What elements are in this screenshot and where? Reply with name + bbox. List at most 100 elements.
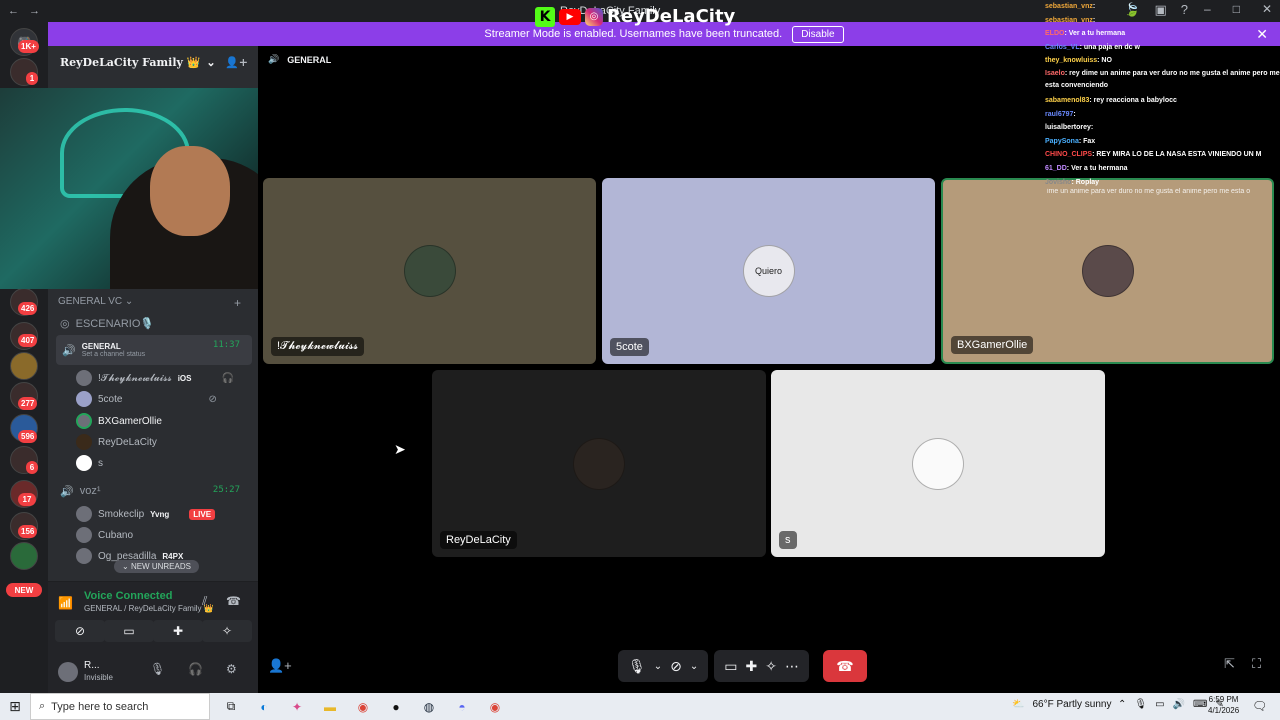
soundboard-icon: ✧: [221, 624, 233, 638]
category-general-vc[interactable]: GENERAL VC ⌄ +: [58, 296, 241, 310]
volume-icon[interactable]: 🔊: [1173, 699, 1185, 710]
rail-badge: 1: [26, 72, 38, 85]
disable-button[interactable]: Disable: [792, 25, 844, 43]
soundboard-button[interactable]: ✧: [202, 620, 252, 642]
new-unreads-label: NEW UNREADS: [130, 562, 191, 571]
voice-member[interactable]: !𝓣𝓱𝓮𝔂𝓴𝓷𝓮𝔀𝓵𝓾𝓲𝓼𝓼 iOS 🎧: [76, 370, 234, 386]
chat-line: Carlos_VL: una paja en dc w: [1045, 43, 1140, 51]
participant-tile[interactable]: !𝓣𝓱𝓮𝔂𝓴𝓷𝓮𝔀𝓵𝓾𝓲𝓼𝓼: [263, 178, 596, 364]
fullscreen-icon[interactable]: ⛶: [1252, 656, 1261, 672]
call-controls: 🎙 ⌄ ⊘ ⌄ ▭ ✚ ✧ ⋯ ☎: [618, 650, 867, 682]
chat-user: 61_DD: [1045, 164, 1067, 172]
server-icon[interactable]: [10, 352, 38, 380]
voice-member[interactable]: ReyDeLaCity: [76, 434, 157, 450]
participant-tile[interactable]: Quiero 5cote: [602, 178, 935, 364]
user-avatar[interactable]: [58, 662, 78, 682]
windows-start-icon[interactable]: ⊞: [0, 698, 30, 715]
hang-up-button[interactable]: ☎: [823, 650, 867, 682]
chat-line: CHINO_CLIPS: REY MIRA LO DE LA NASA ESTA…: [1045, 151, 1262, 159]
weather-widget[interactable]: ⛅ 66°F Partly sunny: [1012, 699, 1112, 710]
voice-member[interactable]: s: [76, 455, 103, 471]
chevron-up-icon[interactable]: ⌃: [1118, 699, 1126, 710]
avatar: [76, 413, 92, 429]
channel-label: GENERAL: [81, 342, 121, 351]
voice-channel-path[interactable]: GENERAL / ReyDeLaCity Family 👑: [84, 604, 214, 613]
chat-msg: rey reacciona a babylocc: [1093, 96, 1177, 104]
user-name[interactable]: R...: [84, 660, 100, 671]
add-member-icon[interactable]: 👤+: [225, 56, 248, 69]
obs-icon[interactable]: ●: [384, 697, 408, 717]
participant-name: ReyDeLaCity: [440, 531, 517, 549]
microphone-icon: 🎙: [628, 657, 646, 674]
new-badge[interactable]: NEW: [6, 583, 42, 597]
channel-status[interactable]: Set a channel status: [82, 351, 145, 358]
file-explorer-icon[interactable]: ▬: [318, 697, 342, 717]
task-view-icon[interactable]: ⧉: [219, 697, 243, 717]
microphone-icon[interactable]: 🎙: [1134, 699, 1147, 710]
member-name: ReyDeLaCity: [98, 436, 157, 448]
participant-tile-speaking[interactable]: ime un anime para ver duro no me gusta e…: [941, 178, 1274, 364]
rail-badge: 407: [18, 334, 38, 347]
popout-icon[interactable]: ⇱: [1224, 656, 1235, 672]
screen-share-button[interactable]: ▭: [104, 620, 154, 642]
disconnect-icon[interactable]: ☎: [226, 594, 241, 608]
taskbar-clock[interactable]: 6:59 PM 4/1/2026: [1208, 694, 1239, 716]
server-header[interactable]: ReyDeLaCity Family 👑 ⌄ 👤+: [48, 46, 258, 78]
chat-user: sebastian_vnz: [1045, 3, 1093, 10]
camera-button[interactable]: ⊘: [55, 620, 105, 642]
invite-icon[interactable]: 👤+: [268, 658, 292, 674]
add-channel-icon[interactable]: +: [234, 296, 241, 310]
taskbar-search[interactable]: ⌕ Type here to search: [30, 693, 210, 720]
chat-msg: Ver a tu hermana: [1071, 164, 1128, 172]
chevron-down-icon[interactable]: ⌄: [690, 661, 698, 672]
forward-arrow-icon[interactable]: →: [29, 5, 40, 17]
stage-icon: ◎: [60, 317, 70, 330]
discord-icon[interactable]: ◓: [450, 697, 474, 717]
chrome-icon[interactable]: ◉: [351, 697, 375, 717]
channel-timer: 11:37: [212, 340, 240, 350]
activities-icon[interactable]: ✚: [746, 658, 758, 675]
screen-share-icon[interactable]: ▭: [724, 658, 737, 675]
participant-tile[interactable]: ReyDeLaCity: [432, 370, 766, 557]
voice-panel: 📶 Voice Connected GENERAL / ReyDeLaCity …: [48, 581, 258, 693]
rail-badge: 6: [26, 461, 38, 474]
voice-member[interactable]: Smokeclip Yvng LIVE: [76, 506, 216, 522]
logo-text: ReyDeLaCity: [607, 6, 736, 27]
voice-member[interactable]: BXGamerOllie: [76, 413, 162, 429]
voice-member[interactable]: Cubano: [76, 527, 133, 543]
signal-icon[interactable]: 📶: [58, 596, 73, 610]
chat-line: luisalbertorey:: [1045, 124, 1094, 132]
avatar: [76, 434, 92, 450]
camera-off-icon: ⊘: [74, 624, 86, 638]
chevron-down-icon[interactable]: ⌄: [654, 661, 662, 672]
channel-general[interactable]: 🔊 GENERAL Set a channel status 11:37: [56, 335, 252, 365]
voice-status[interactable]: Voice Connected: [84, 590, 172, 602]
headphones-icon[interactable]: 🎧: [188, 662, 203, 676]
channel-voz[interactable]: 🔊 voz¹ 25:27: [56, 482, 252, 500]
notification-icon[interactable]: 🗨: [1252, 699, 1267, 713]
new-unreads-pill[interactable]: ⌄ NEW UNREADS: [114, 560, 199, 573]
soundboard-icon[interactable]: ✧: [765, 658, 777, 675]
voice-member[interactable]: 5cote ⊘: [76, 391, 217, 407]
steam-icon[interactable]: ◍: [417, 697, 441, 717]
noise-suppression-icon[interactable]: ⫽: [202, 594, 207, 609]
settings-gear-icon[interactable]: ⚙: [226, 662, 237, 676]
chat-line: Isaelo: rey dime un anime para ver duro …: [1045, 69, 1280, 89]
screen-share-icon: ▭: [123, 624, 135, 638]
mute-button[interactable]: 🎙 ⌄ ⊘ ⌄: [618, 650, 709, 682]
more-options-icon[interactable]: ⋯: [785, 658, 799, 675]
back-arrow-icon[interactable]: ←: [8, 5, 19, 17]
copilot-icon[interactable]: ✦: [285, 697, 309, 717]
participant-tile[interactable]: s: [771, 370, 1105, 557]
activities-button[interactable]: ✚: [153, 620, 203, 642]
server-icon[interactable]: [10, 542, 38, 570]
network-icon[interactable]: ▭: [1155, 699, 1164, 710]
edge-icon[interactable]: ◐: [252, 697, 276, 717]
chat-user: Carlos_VL: [1045, 43, 1080, 51]
channel-escenario[interactable]: ◎ ESCENARIO🎙️: [56, 314, 252, 332]
keyboard-icon[interactable]: ⌨: [1193, 699, 1207, 710]
chrome-icon[interactable]: ◉: [483, 697, 507, 717]
microphone-icon[interactable]: 🎙: [150, 662, 165, 676]
user-status: Invisible: [84, 673, 113, 682]
nav-buttons: ← →: [8, 5, 40, 17]
